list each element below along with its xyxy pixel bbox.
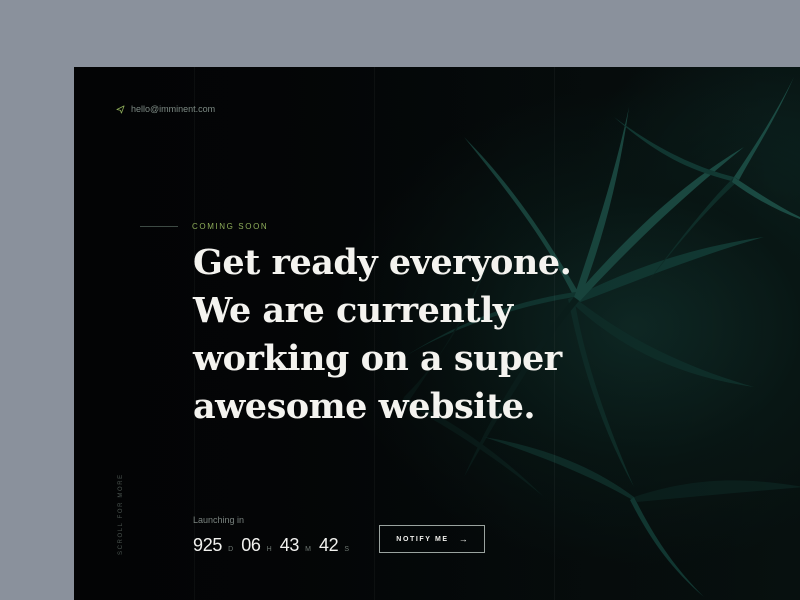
contact-email: hello@imminent.com <box>131 104 216 114</box>
coming-soon-kicker: COMING SOON <box>140 222 268 231</box>
countdown-hours-unit: H <box>266 546 272 553</box>
notify-me-label: NOTIFY ME <box>396 535 449 543</box>
landing-frame: hello@imminent.com COMING SOON Get ready… <box>74 67 800 600</box>
headline-line: working on a super <box>193 338 562 379</box>
send-icon <box>116 104 125 114</box>
countdown-days-unit: D <box>228 546 234 553</box>
headline-line: Get ready everyone. <box>193 242 572 283</box>
scroll-for-more-hint[interactable]: SCROLL FOR MORE <box>118 473 124 555</box>
notify-me-button[interactable]: NOTIFY ME → <box>379 525 485 553</box>
launching-in-label: Launching in <box>193 515 245 525</box>
arrow-right-icon: → <box>458 534 468 544</box>
countdown-minutes-unit: M <box>305 546 311 553</box>
kicker-label: COMING SOON <box>192 222 269 231</box>
countdown-seconds: 42 <box>318 535 339 555</box>
countdown-timer: 925 D 06 H 43 M 42 S <box>193 535 351 556</box>
countdown-hours: 06 <box>241 535 261 555</box>
kicker-rule <box>140 226 178 227</box>
headline-line: awesome website. <box>193 386 536 427</box>
contact-email-link[interactable]: hello@imminent.com <box>116 104 215 114</box>
headline-line: We are currently <box>193 290 513 331</box>
countdown-seconds-unit: S <box>344 546 350 553</box>
hero-headline: Get ready everyone. We are currently wor… <box>193 239 633 431</box>
countdown-days: 925 <box>193 535 223 555</box>
countdown-minutes: 43 <box>279 535 300 555</box>
